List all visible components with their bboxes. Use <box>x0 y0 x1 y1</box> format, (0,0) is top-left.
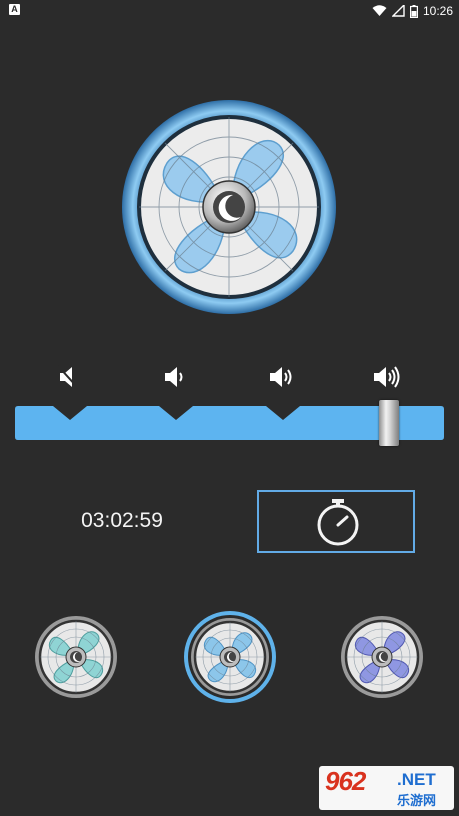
stopwatch-icon <box>317 499 359 546</box>
volume-low-icon[interactable] <box>161 362 191 392</box>
watermark-subtext: 乐游网 <box>397 794 437 809</box>
status-time: 10:26 <box>422 4 453 18</box>
fan-icon[interactable] <box>121 99 337 315</box>
notification-icon: A <box>9 4 20 15</box>
volume-high-icon[interactable] <box>373 362 403 392</box>
fan-style-blue-icon[interactable] <box>183 610 277 704</box>
battery-icon <box>409 4 418 18</box>
fan-style-purple-icon[interactable] <box>340 615 424 699</box>
status-bar: A 10:26 <box>0 0 459 22</box>
volume-mute-icon[interactable] <box>54 362 84 392</box>
watermark-number: 962 <box>325 766 366 796</box>
speed-level-icons <box>0 362 459 394</box>
wifi-icon <box>372 5 387 16</box>
volume-medium-icon[interactable] <box>267 362 297 392</box>
status-right-group: 10:26 <box>372 3 453 19</box>
slider-thumb[interactable] <box>379 400 399 446</box>
watermark-logo: 962 .NET 乐游网 <box>319 766 454 810</box>
watermark-suffix: .NET <box>397 770 436 789</box>
signal-icon <box>391 5 405 17</box>
timer-button[interactable] <box>257 490 415 553</box>
fan-style-teal-icon[interactable] <box>34 615 118 699</box>
timer-readout: 03:02:59 <box>81 509 163 532</box>
